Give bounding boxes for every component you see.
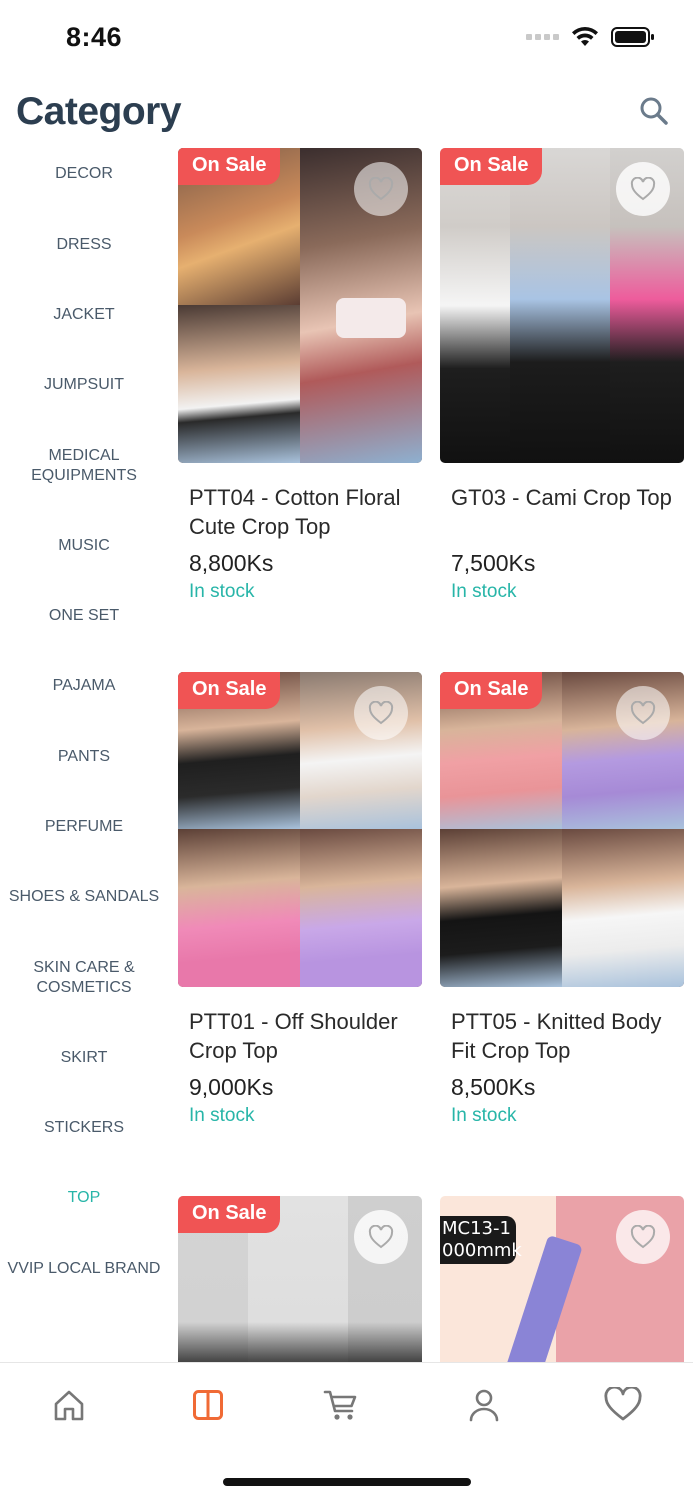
cart-icon — [323, 1390, 357, 1420]
heart-outline-icon — [630, 1225, 656, 1249]
favorite-button[interactable] — [616, 162, 670, 216]
home-indicator — [223, 1478, 471, 1486]
search-button[interactable] — [637, 94, 671, 128]
category-item-vvip-local-brand[interactable]: VVIP LOCAL BRAND — [0, 1259, 168, 1279]
category-item-pants[interactable]: PANTS — [0, 747, 168, 767]
category-item-pajama[interactable]: PAJAMA — [0, 676, 168, 696]
category-item-dress[interactable]: DRESS — [0, 235, 168, 255]
heart-icon — [604, 1387, 642, 1421]
product-grid: On Sale PTT04 - Cotton Floral Cute Crop … — [176, 148, 686, 1362]
product-price: 8,800Ks — [189, 550, 274, 576]
product-image[interactable]: On Sale — [440, 148, 684, 463]
profile-icon — [469, 1389, 499, 1422]
category-icon — [193, 1390, 223, 1420]
tab-category[interactable] — [178, 1383, 238, 1427]
category-item-shoes-sandals[interactable]: SHOES & SANDALS — [0, 887, 168, 907]
tab-cart[interactable] — [311, 1383, 371, 1427]
product-name[interactable]: PTT01 - Off Shoulder Crop Top — [189, 1007, 419, 1065]
favorite-button[interactable] — [354, 686, 408, 740]
product-image[interactable]: On Sale — [440, 672, 684, 987]
favorite-button[interactable] — [354, 1210, 408, 1264]
header: Category — [0, 76, 693, 146]
product-card[interactable]: MC13-1 000mmk — [440, 1196, 684, 1362]
heart-outline-icon — [368, 177, 394, 201]
category-sidebar: DECOR DRESS JACKET JUMPSUIT MEDICAL EQUI… — [0, 140, 168, 1362]
product-image[interactable]: On Sale — [178, 672, 422, 987]
product-name[interactable]: GT03 - Cami Crop Top — [451, 483, 681, 512]
category-label-line: EQUIPMENTS — [31, 467, 137, 484]
sale-badge: On Sale — [178, 672, 281, 709]
category-label-line: MEDICAL — [48, 447, 120, 464]
product-price: 7,500Ks — [451, 550, 536, 576]
product-image[interactable]: MC13-1 000mmk — [440, 1196, 684, 1362]
product-price: 8,500Ks — [451, 1074, 536, 1100]
sale-badge: On Sale — [440, 148, 543, 185]
wifi-icon — [572, 26, 598, 46]
product-image[interactable]: On Sale — [178, 1196, 422, 1362]
tab-profile[interactable] — [454, 1383, 514, 1427]
stock-status: In stock — [189, 1105, 255, 1126]
home-icon — [54, 1390, 84, 1421]
battery-icon — [611, 27, 654, 47]
status-bar: 8:46 — [0, 0, 693, 76]
category-item-jacket[interactable]: JACKET — [0, 305, 168, 325]
product-name[interactable]: PTT04 - Cotton Floral Cute Crop Top — [189, 483, 419, 541]
status-time: 8:46 — [66, 22, 123, 52]
tab-home[interactable] — [39, 1383, 99, 1427]
favorite-button[interactable] — [616, 686, 670, 740]
favorite-button[interactable] — [354, 162, 408, 216]
category-item-decor[interactable]: DECOR — [0, 164, 168, 184]
category-label-line: SKIN CARE & — [33, 959, 135, 976]
heart-outline-icon — [630, 701, 656, 725]
image-price-tag: MC13-1 000mmk — [440, 1216, 522, 1264]
product-card[interactable]: On Sale PTT01 - Off Shoulder Crop Top 9,… — [178, 672, 422, 1126]
category-item-medical-equipments[interactable]: MEDICAL EQUIPMENTS — [0, 446, 168, 486]
category-item-one-set[interactable]: ONE SET — [0, 606, 168, 626]
heart-outline-icon — [630, 177, 656, 201]
product-name[interactable]: PTT05 - Knitted Body Fit Crop Top — [451, 1007, 681, 1065]
product-card[interactable]: On Sale PTT05 - Knitted Body Fit Crop To… — [440, 672, 684, 1126]
category-item-jumpsuit[interactable]: JUMPSUIT — [0, 375, 168, 395]
stock-status: In stock — [451, 581, 517, 602]
sale-badge: On Sale — [178, 1196, 281, 1233]
category-item-skirt[interactable]: SKIRT — [0, 1048, 168, 1068]
stock-status: In stock — [189, 581, 255, 602]
category-item-perfume[interactable]: PERFUME — [0, 817, 168, 837]
signal-icon — [526, 34, 559, 40]
product-card[interactable]: On Sale — [178, 1196, 422, 1362]
favorite-button[interactable] — [616, 1210, 670, 1264]
search-icon — [640, 97, 668, 125]
category-label-line: COSMETICS — [36, 979, 132, 996]
stock-status: In stock — [451, 1105, 517, 1126]
category-item-skin-care-cosmetics[interactable]: SKIN CARE & COSMETICS — [0, 958, 168, 998]
product-card[interactable]: On Sale GT03 - Cami Crop Top 7,500Ks In … — [440, 148, 684, 602]
sale-badge: On Sale — [440, 672, 543, 709]
product-image[interactable]: On Sale — [178, 148, 422, 463]
category-item-stickers[interactable]: STICKERS — [0, 1118, 168, 1138]
heart-outline-icon — [368, 701, 394, 725]
product-card[interactable]: On Sale PTT04 - Cotton Floral Cute Crop … — [178, 148, 422, 602]
sale-badge: On Sale — [178, 148, 281, 185]
status-icons — [526, 26, 655, 48]
category-item-music[interactable]: MUSIC — [0, 536, 168, 556]
category-item-top[interactable]: TOP — [0, 1188, 168, 1208]
tab-favorites[interactable] — [593, 1383, 653, 1427]
product-price: 9,000Ks — [189, 1074, 274, 1100]
heart-outline-icon — [368, 1225, 394, 1249]
page-title: Category — [16, 90, 182, 133]
